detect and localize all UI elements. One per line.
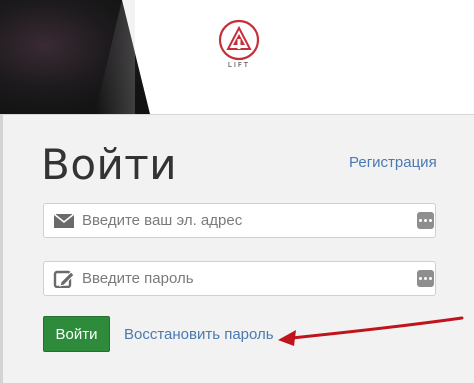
password-input[interactable] bbox=[82, 263, 412, 294]
login-button[interactable]: Войти bbox=[43, 316, 110, 352]
more-dots-icon[interactable] bbox=[417, 212, 434, 229]
more-dots-icon[interactable] bbox=[417, 270, 434, 287]
restore-password-link[interactable]: Восстановить пароль bbox=[124, 326, 274, 343]
register-link[interactable]: Регистрация bbox=[349, 154, 437, 171]
edit-icon bbox=[53, 270, 75, 288]
lift-logo-icon bbox=[218, 19, 260, 61]
email-field bbox=[43, 203, 436, 238]
logo-text: LIFT bbox=[227, 61, 251, 69]
annotation-arrow-icon bbox=[278, 316, 464, 346]
envelope-icon bbox=[53, 213, 75, 228]
email-input[interactable] bbox=[82, 205, 412, 236]
password-field bbox=[43, 261, 436, 296]
hero-banner: LIFT bbox=[0, 0, 474, 114]
page-title: Войти bbox=[41, 140, 178, 189]
